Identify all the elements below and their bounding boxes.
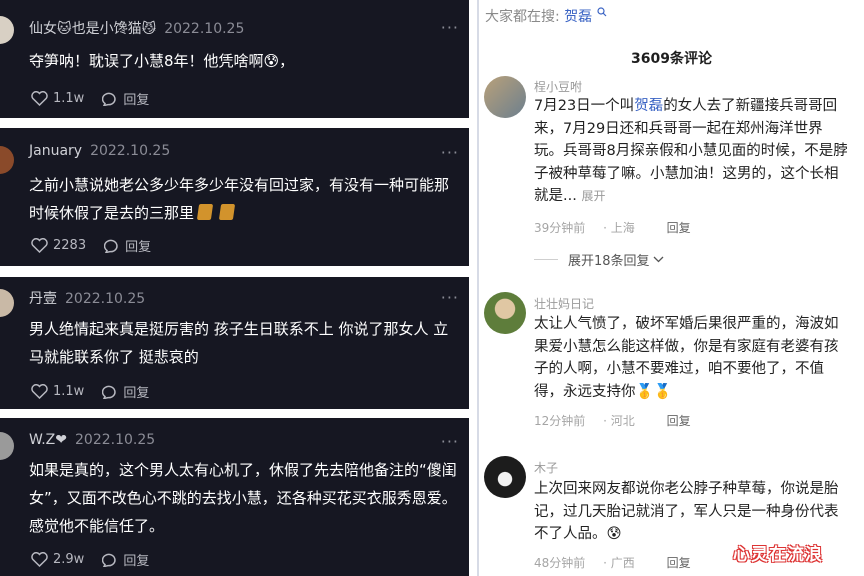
comment-user[interactable]: January 2022.10.25 — [29, 143, 170, 159]
comment-count: 3609条评论 — [631, 51, 712, 67]
like-button[interactable]: 2.9w — [31, 552, 84, 567]
reply-bubble-icon — [102, 553, 116, 567]
comment-text: 夺笋呐！耽误了小慧8年！他凭啥啊😰， — [29, 52, 295, 70]
comment-user[interactable]: W.Z❤ 2022.10.25 — [29, 432, 155, 448]
search-prefix: 大家都在搜: — [485, 9, 560, 25]
comment-actions: 2283 回复 — [31, 236, 169, 255]
gold-sticker-icon — [196, 204, 214, 220]
expand-text-button[interactable]: 展开 — [581, 189, 605, 203]
comment-text: 男人绝情起来真是挺厉害的 孩子生日联系不上 你说了那女人 立马就能联系你了 挺悲… — [29, 320, 449, 366]
avatar[interactable] — [0, 146, 14, 174]
comments-panel: 大家都在搜: 贺磊 3609条评论 桯小豆咐 7月23日一个叫贺磊的女人去了新疆… — [477, 0, 864, 576]
comment-user[interactable]: 仙女🐱也是小馋猫😼 2022.10.25 — [29, 18, 244, 38]
comment-date: 2022.10.25 — [75, 432, 156, 448]
comment-text: 之前小慧说她老公多少年多少年没有回过家，有没有一种可能那时候休假了是去的三那里 — [29, 171, 459, 227]
time-text: 48分钟前 — [534, 556, 586, 570]
reply-label: 回复 — [123, 386, 150, 401]
like-button[interactable]: 1.1w — [31, 384, 84, 399]
gold-sticker-icon — [218, 204, 236, 220]
comment-username[interactable]: 木子 — [534, 459, 558, 476]
comment-text: 太让人气愤了，破坏军婚后果很严重的，海波如果爱小慧怎么能这样做，你是有家庭有老婆… — [534, 316, 839, 400]
avatar[interactable] — [0, 432, 14, 460]
reply-button[interactable]: 回复 — [667, 556, 691, 570]
chevron-down-icon — [653, 256, 664, 263]
reply-button[interactable]: 回复 — [667, 414, 691, 428]
comment-text-part: 7月23日一个叫 — [534, 98, 635, 114]
comment-actions: 2.9w 回复 — [31, 550, 167, 569]
reply-button[interactable]: 回复 — [102, 550, 149, 569]
comment-actions: 1.1w 回复 — [31, 382, 167, 401]
like-count: 2.9w — [53, 552, 85, 567]
comment-meta: 12分钟前 · 河北 回复 — [534, 412, 705, 429]
comment-text: 7月23日一个叫贺磊的女人去了新疆接兵哥哥回来，7月29日还和兵哥哥一起在郑州海… — [534, 95, 850, 208]
comment-username[interactable]: 壮壮妈日记 — [534, 295, 594, 312]
comment-username[interactable]: W.Z❤ — [29, 432, 67, 448]
trending-search-bar[interactable]: 大家都在搜: 贺磊 — [485, 6, 607, 26]
comment-date: 2022.10.25 — [90, 143, 171, 159]
comment-actions: 1.1w 回复 — [31, 89, 167, 108]
comment-username[interactable]: January — [29, 143, 82, 159]
comment-time: 12分钟前 · 河北 — [534, 414, 635, 428]
like-count: 1.1w — [53, 384, 85, 399]
like-button[interactable]: 2283 — [31, 238, 86, 253]
location-text: 河北 — [610, 414, 635, 428]
comment-date: 2022.10.25 — [164, 21, 245, 37]
reply-bubble-icon — [102, 385, 116, 399]
time-text: 39分钟前 — [534, 221, 586, 235]
heart-icon — [31, 91, 48, 106]
comment-text: 上次回来网友都说你老公脖子种草莓，你说是胎记，过几天胎记就消了，军人只是一种身份… — [534, 481, 839, 542]
avatar[interactable] — [484, 76, 526, 118]
avatar[interactable] — [484, 456, 526, 498]
like-button[interactable]: 1.1w — [31, 91, 84, 106]
comment-text-body: 之前小慧说她老公多少年多少年没有回过家，有没有一种可能那时候休假了是去的三那里 — [29, 176, 450, 222]
more-options-icon[interactable]: ··· — [441, 18, 459, 37]
like-count: 1.1w — [53, 91, 85, 106]
heart-icon — [31, 384, 48, 399]
reply-bubble-icon — [104, 239, 118, 253]
comment-username[interactable]: 丹壹 — [29, 291, 57, 307]
comment-meta: 39分钟前 · 上海 回复 — [534, 219, 705, 236]
search-keyword-link[interactable]: 贺磊 — [564, 9, 592, 25]
comment-text: 如果是真的，这个男人太有心机了，休假了先去陪他备注的“傻闺女”，又面不改色心不跳… — [29, 461, 457, 535]
reply-bubble-icon — [102, 92, 116, 106]
reply-button[interactable]: 回复 — [102, 89, 149, 108]
expand-replies-label: 展开18条回复 — [568, 254, 650, 269]
divider-line — [534, 259, 558, 260]
more-options-icon[interactable]: ··· — [441, 288, 459, 307]
more-options-icon[interactable]: ··· — [441, 143, 459, 162]
comment-date: 2022.10.25 — [65, 291, 146, 307]
keyword-link[interactable]: 贺磊 — [634, 98, 663, 114]
comment-username[interactable]: 仙女🐱也是小馋猫😼 — [29, 21, 156, 37]
reply-label: 回复 — [123, 554, 150, 569]
comment-card-2: January 2022.10.25 ··· 之前小慧说她老公多少年多少年没有回过… — [0, 128, 469, 266]
comment-card-4: W.Z❤ 2022.10.25 ··· 如果是真的，这个男人太有心机了，休假了先去… — [0, 418, 469, 576]
reply-label: 回复 — [125, 240, 152, 255]
heart-icon — [31, 238, 48, 253]
reply-button[interactable]: 回复 — [102, 382, 149, 401]
location-text: 广西 — [610, 556, 635, 570]
avatar[interactable] — [0, 16, 14, 44]
reply-button[interactable]: 回复 — [104, 236, 151, 255]
watermark: 心灵在流浪 — [733, 545, 823, 565]
comment-username[interactable]: 桯小豆咐 — [534, 78, 582, 95]
like-count: 2283 — [53, 238, 87, 253]
heart-icon — [31, 552, 48, 567]
location-text: 上海 — [610, 221, 635, 235]
expand-replies-button[interactable]: 展开18条回复 — [534, 250, 664, 269]
reply-button[interactable]: 回复 — [667, 221, 691, 235]
avatar[interactable] — [484, 292, 526, 334]
comment-card-3: 丹壹 2022.10.25 ··· 男人绝情起来真是挺厉害的 孩子生日联系不上 你… — [0, 277, 469, 409]
comment-card-1: 仙女🐱也是小馋猫😼 2022.10.25 ··· 夺笋呐！耽误了小慧8年！他凭啥啊… — [0, 0, 469, 118]
comment-time: 48分钟前 · 广西 — [534, 556, 635, 570]
comment-user[interactable]: 丹壹 2022.10.25 — [29, 288, 145, 308]
time-text: 12分钟前 — [534, 414, 586, 428]
more-options-icon[interactable]: ··· — [441, 432, 459, 451]
comment-meta: 48分钟前 · 广西 回复 — [534, 554, 705, 571]
reply-label: 回复 — [123, 93, 150, 108]
search-icon — [597, 7, 607, 17]
avatar[interactable] — [0, 289, 14, 317]
comment-time: 39分钟前 · 上海 — [534, 221, 635, 235]
